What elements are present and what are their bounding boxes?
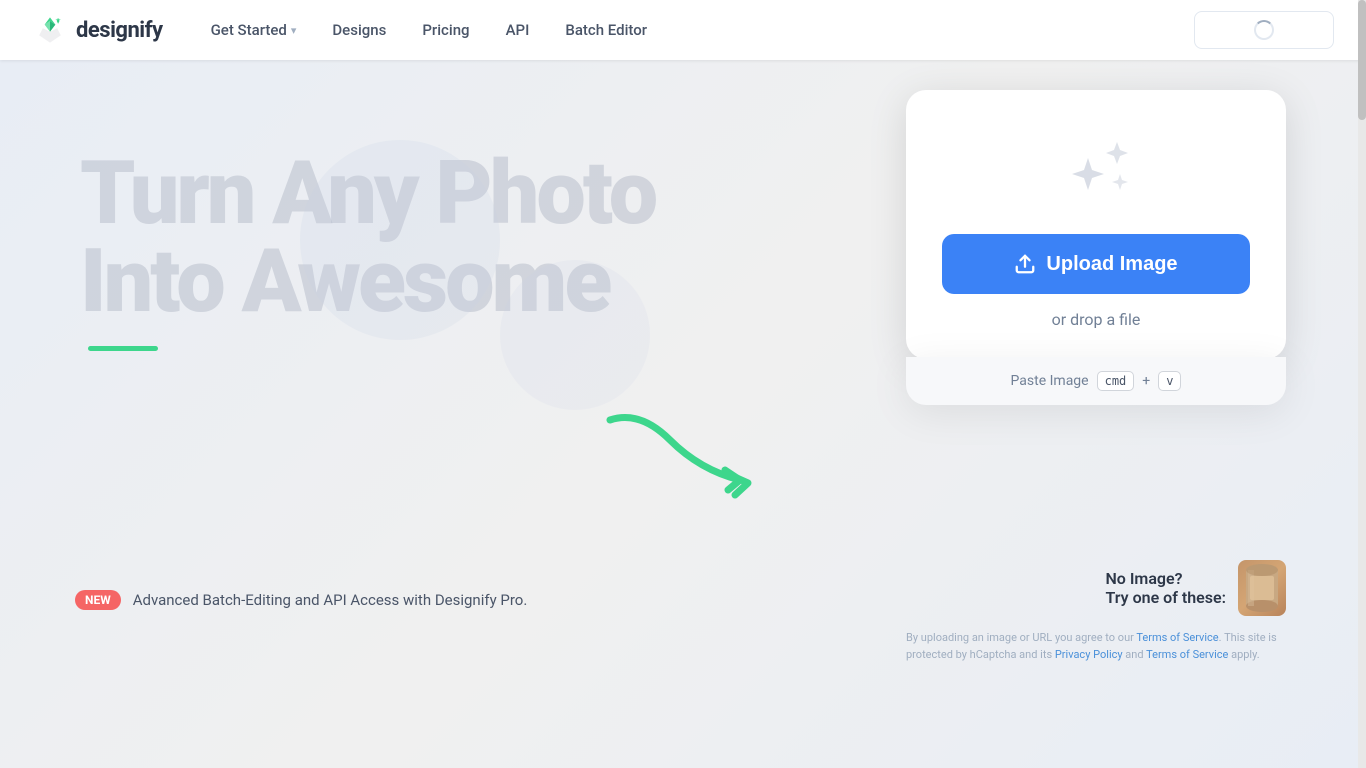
nav-api[interactable]: API: [506, 21, 530, 39]
promo-text: Advanced Batch-Editing and API Access wi…: [133, 591, 528, 609]
drop-text: or drop a file: [1052, 310, 1141, 329]
bg-decoration-2: [500, 260, 650, 410]
terms-text: By uploading an image or URL you agree t…: [906, 630, 1286, 663]
upload-icon: [1014, 253, 1036, 275]
upload-image-button[interactable]: Upload Image: [942, 234, 1250, 294]
upload-card: Upload Image or drop a file: [906, 90, 1286, 359]
bg-decoration-1: [300, 140, 500, 340]
tos-link-2[interactable]: Terms of Service: [1146, 648, 1228, 661]
scrollbar[interactable]: [1358, 0, 1366, 768]
paste-key-v: v: [1158, 371, 1181, 391]
promo-banner: NEW Advanced Batch-Editing and API Acces…: [75, 590, 527, 610]
sample-product-image[interactable]: [1238, 560, 1286, 616]
paste-key-cmd: cmd: [1097, 371, 1135, 391]
hero-section: Turn Any Photo Into Awesome: [0, 60, 1366, 768]
logo-icon: [32, 12, 68, 48]
chevron-down-icon: ▾: [291, 24, 297, 37]
hero-underline: [88, 346, 158, 351]
privacy-link[interactable]: Privacy Policy: [1055, 648, 1123, 661]
paste-label: Paste Image: [1011, 373, 1089, 389]
logo-link[interactable]: designify: [32, 12, 163, 48]
logo-text: designify: [76, 18, 163, 43]
no-image-text: No Image? Try one of these:: [1105, 569, 1226, 607]
tos-link[interactable]: Terms of Service: [1136, 631, 1218, 644]
navbar: designify Get Started ▾ Designs Pricing …: [0, 0, 1366, 60]
login-button[interactable]: [1194, 11, 1334, 49]
nav-batch-editor[interactable]: Batch Editor: [565, 21, 647, 39]
nav-right: [1194, 11, 1334, 49]
nav-links: Get Started ▾ Designs Pricing API Batch …: [211, 21, 647, 39]
nav-get-started[interactable]: Get Started ▾: [211, 21, 297, 39]
loading-spinner: [1254, 20, 1274, 40]
paste-area: Paste Image cmd + v: [906, 357, 1286, 405]
no-image-title: No Image?: [1105, 569, 1226, 588]
paste-plus: +: [1142, 373, 1150, 389]
nav-pricing[interactable]: Pricing: [422, 21, 469, 39]
no-image-subtitle: Try one of these:: [1105, 588, 1226, 607]
new-badge: NEW: [75, 590, 121, 610]
upload-card-wrapper: Upload Image or drop a file Paste Image …: [906, 90, 1286, 405]
scrollbar-thumb[interactable]: [1358, 0, 1366, 120]
no-image-section: No Image? Try one of these:: [1105, 560, 1286, 616]
sparkles-icon: [1046, 130, 1146, 210]
nav-designs[interactable]: Designs: [332, 21, 386, 39]
arrow-decoration: [600, 400, 780, 524]
